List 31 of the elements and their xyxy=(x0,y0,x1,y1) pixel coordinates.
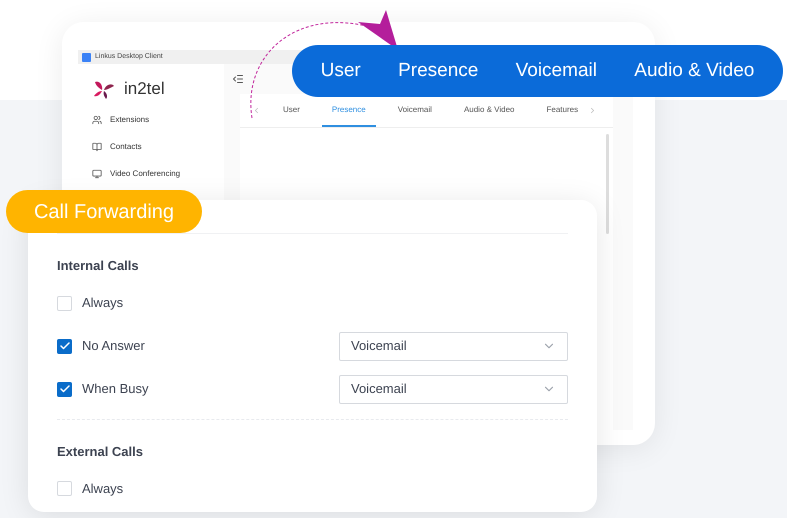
section-heading: External Calls xyxy=(57,442,144,460)
monitor-icon xyxy=(92,169,102,179)
dropdown[interactable]: Voicemail xyxy=(339,374,568,404)
chevron-left-icon[interactable] xyxy=(252,106,261,115)
sidebar-item[interactable]: Contacts xyxy=(92,138,224,156)
checkbox-label: When Busy xyxy=(82,380,148,398)
callout-tab-label: Presence xyxy=(398,58,478,83)
call-forwarding-callout: Call Forwarding xyxy=(6,190,202,233)
book-icon xyxy=(92,142,102,152)
section-heading: Internal Calls xyxy=(57,257,140,275)
tab[interactable]: Features xyxy=(536,94,588,127)
people-icon xyxy=(92,115,102,125)
checkbox[interactable] xyxy=(57,382,72,396)
tab[interactable]: Voicemail xyxy=(388,94,442,127)
checkbox[interactable] xyxy=(57,296,72,310)
callout-tab-label: Voicemail xyxy=(516,58,597,83)
checkbox-label: Always xyxy=(82,480,124,498)
callout-tab-label: User xyxy=(320,58,361,83)
checkbox-label: Always xyxy=(82,294,124,312)
checkbox-label: No Answer xyxy=(82,337,145,356)
tab[interactable]: Audio & Video xyxy=(454,94,524,127)
logo-text: in2tel xyxy=(124,78,165,100)
tab[interactable]: User xyxy=(273,94,310,127)
menu-icon[interactable] xyxy=(232,73,244,85)
sidebar-item[interactable]: Video Conferencing xyxy=(92,166,224,182)
dropdown[interactable]: Voicemail xyxy=(339,332,568,360)
sidebar-item[interactable]: Extensions xyxy=(92,112,224,128)
app-icon xyxy=(82,52,91,62)
checkbox[interactable] xyxy=(57,481,72,496)
callout-tab-label: Audio & Video xyxy=(634,58,754,83)
checkbox[interactable] xyxy=(57,338,72,354)
